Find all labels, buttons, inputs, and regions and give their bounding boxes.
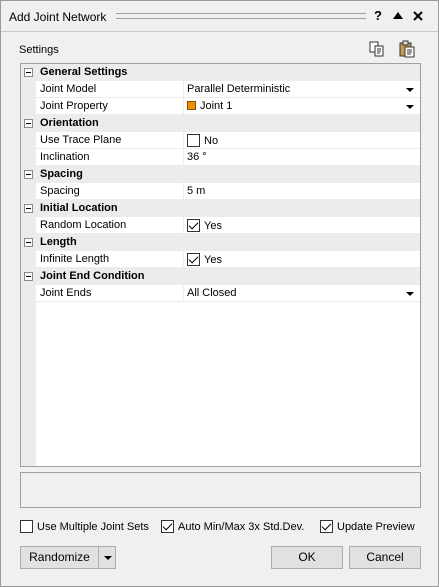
settings-label: Settings	[19, 44, 59, 56]
random-location-checkbox[interactable]	[187, 219, 200, 232]
property-row-use-trace-plane[interactable]: Use Trace Plane No	[21, 132, 420, 149]
joint-property-value: Joint 1	[200, 100, 233, 112]
chevron-down-icon[interactable]	[406, 105, 414, 109]
randomize-split-button[interactable]: Randomize	[20, 546, 116, 569]
chevron-down-icon[interactable]	[406, 292, 414, 296]
copy-icon[interactable]	[368, 40, 386, 58]
property-name: Infinite Length	[40, 253, 110, 265]
option-label: Update Preview	[337, 521, 415, 533]
ok-button[interactable]: OK	[271, 546, 343, 569]
property-row-inclination[interactable]: Inclination 36 °	[21, 149, 420, 166]
chevron-down-icon[interactable]	[104, 556, 112, 560]
close-icon	[413, 11, 423, 21]
joint-model-dropdown[interactable]: Parallel Deterministic	[187, 83, 290, 95]
collapse-icon[interactable]	[24, 119, 33, 128]
checkbox-value: Yes	[204, 254, 222, 266]
column-divider	[183, 251, 184, 268]
paste-icon[interactable]	[398, 40, 416, 58]
add-joint-network-dialog: Add Joint Network ? Settings General Set…	[0, 0, 439, 587]
infinite-length-field[interactable]: Yes	[187, 253, 222, 266]
category-label: General Settings	[40, 66, 128, 78]
random-location-field[interactable]: Yes	[187, 219, 222, 232]
auto-minmax-checkbox[interactable]	[161, 520, 174, 533]
property-name: Joint Property	[40, 100, 108, 112]
property-name: Spacing	[40, 185, 80, 197]
use-multiple-joint-sets-option[interactable]: Use Multiple Joint Sets	[20, 520, 149, 533]
use-multiple-joint-sets-checkbox[interactable]	[20, 520, 33, 533]
use-trace-plane-field[interactable]: No	[187, 134, 218, 147]
column-divider	[183, 98, 184, 115]
category-label: Initial Location	[40, 202, 118, 214]
update-preview-option[interactable]: Update Preview	[320, 520, 415, 533]
triangle-up-icon	[393, 12, 403, 19]
chevron-down-icon[interactable]	[406, 88, 414, 92]
update-preview-checkbox[interactable]	[320, 520, 333, 533]
property-name: Use Trace Plane	[40, 134, 122, 146]
title-grip	[116, 13, 366, 19]
category-orientation[interactable]: Orientation	[21, 115, 420, 132]
collapse-icon[interactable]	[24, 68, 33, 77]
property-name: Joint Ends	[40, 287, 92, 299]
property-row-joint-ends[interactable]: Joint Ends All Closed	[21, 285, 420, 302]
property-row-infinite-length[interactable]: Infinite Length Yes	[21, 251, 420, 268]
checkbox-value: Yes	[204, 220, 222, 232]
checkbox-value: No	[204, 135, 219, 147]
joint-property-dropdown[interactable]: Joint 1	[187, 100, 232, 112]
help-button[interactable]: ?	[371, 8, 385, 24]
column-divider	[183, 149, 184, 166]
close-button[interactable]	[411, 8, 425, 24]
inclination-field[interactable]: 36 °	[187, 151, 207, 163]
column-divider	[183, 81, 184, 98]
category-label: Orientation	[40, 117, 99, 129]
color-swatch-icon	[187, 101, 196, 110]
property-name: Joint Model	[40, 83, 97, 95]
category-length[interactable]: Length	[21, 234, 420, 251]
category-joint-end-condition[interactable]: Joint End Condition	[21, 268, 420, 285]
category-spacing[interactable]: Spacing	[21, 166, 420, 183]
use-trace-plane-checkbox[interactable]	[187, 134, 200, 147]
collapse-icon[interactable]	[24, 204, 33, 213]
cancel-button[interactable]: Cancel	[349, 546, 421, 569]
randomize-button[interactable]: Randomize	[21, 547, 98, 568]
dialog-title: Add Joint Network	[9, 10, 107, 24]
category-general-settings[interactable]: General Settings	[21, 64, 420, 81]
property-row-joint-model[interactable]: Joint Model Parallel Deterministic	[21, 81, 420, 98]
collapse-icon[interactable]	[24, 272, 33, 281]
property-name: Random Location	[40, 219, 127, 231]
collapse-icon[interactable]	[24, 170, 33, 179]
column-divider	[183, 285, 184, 302]
split-divider	[98, 547, 99, 568]
property-name: Inclination	[40, 151, 90, 163]
collapse-button[interactable]	[391, 8, 405, 24]
property-grid[interactable]: General Settings Joint Model Parallel De…	[20, 63, 421, 467]
property-row-random-location[interactable]: Random Location Yes	[21, 217, 420, 234]
column-divider	[183, 183, 184, 200]
joint-ends-dropdown[interactable]: All Closed	[187, 287, 237, 299]
property-row-spacing[interactable]: Spacing 5 m	[21, 183, 420, 200]
title-bar[interactable]: Add Joint Network ?	[1, 1, 438, 31]
category-label: Length	[40, 236, 77, 248]
category-label: Spacing	[40, 168, 83, 180]
option-label: Use Multiple Joint Sets	[37, 521, 149, 533]
infinite-length-checkbox[interactable]	[187, 253, 200, 266]
option-label: Auto Min/Max 3x Std.Dev.	[178, 521, 305, 533]
spacing-field[interactable]: 5 m	[187, 185, 205, 197]
auto-minmax-option[interactable]: Auto Min/Max 3x Std.Dev.	[161, 520, 304, 533]
column-divider	[183, 217, 184, 234]
column-divider	[183, 132, 184, 149]
title-separator	[1, 31, 438, 32]
property-row-joint-property[interactable]: Joint Property Joint 1	[21, 98, 420, 115]
description-panel	[20, 472, 421, 508]
collapse-icon[interactable]	[24, 238, 33, 247]
category-label: Joint End Condition	[40, 270, 145, 282]
category-initial-location[interactable]: Initial Location	[21, 200, 420, 217]
